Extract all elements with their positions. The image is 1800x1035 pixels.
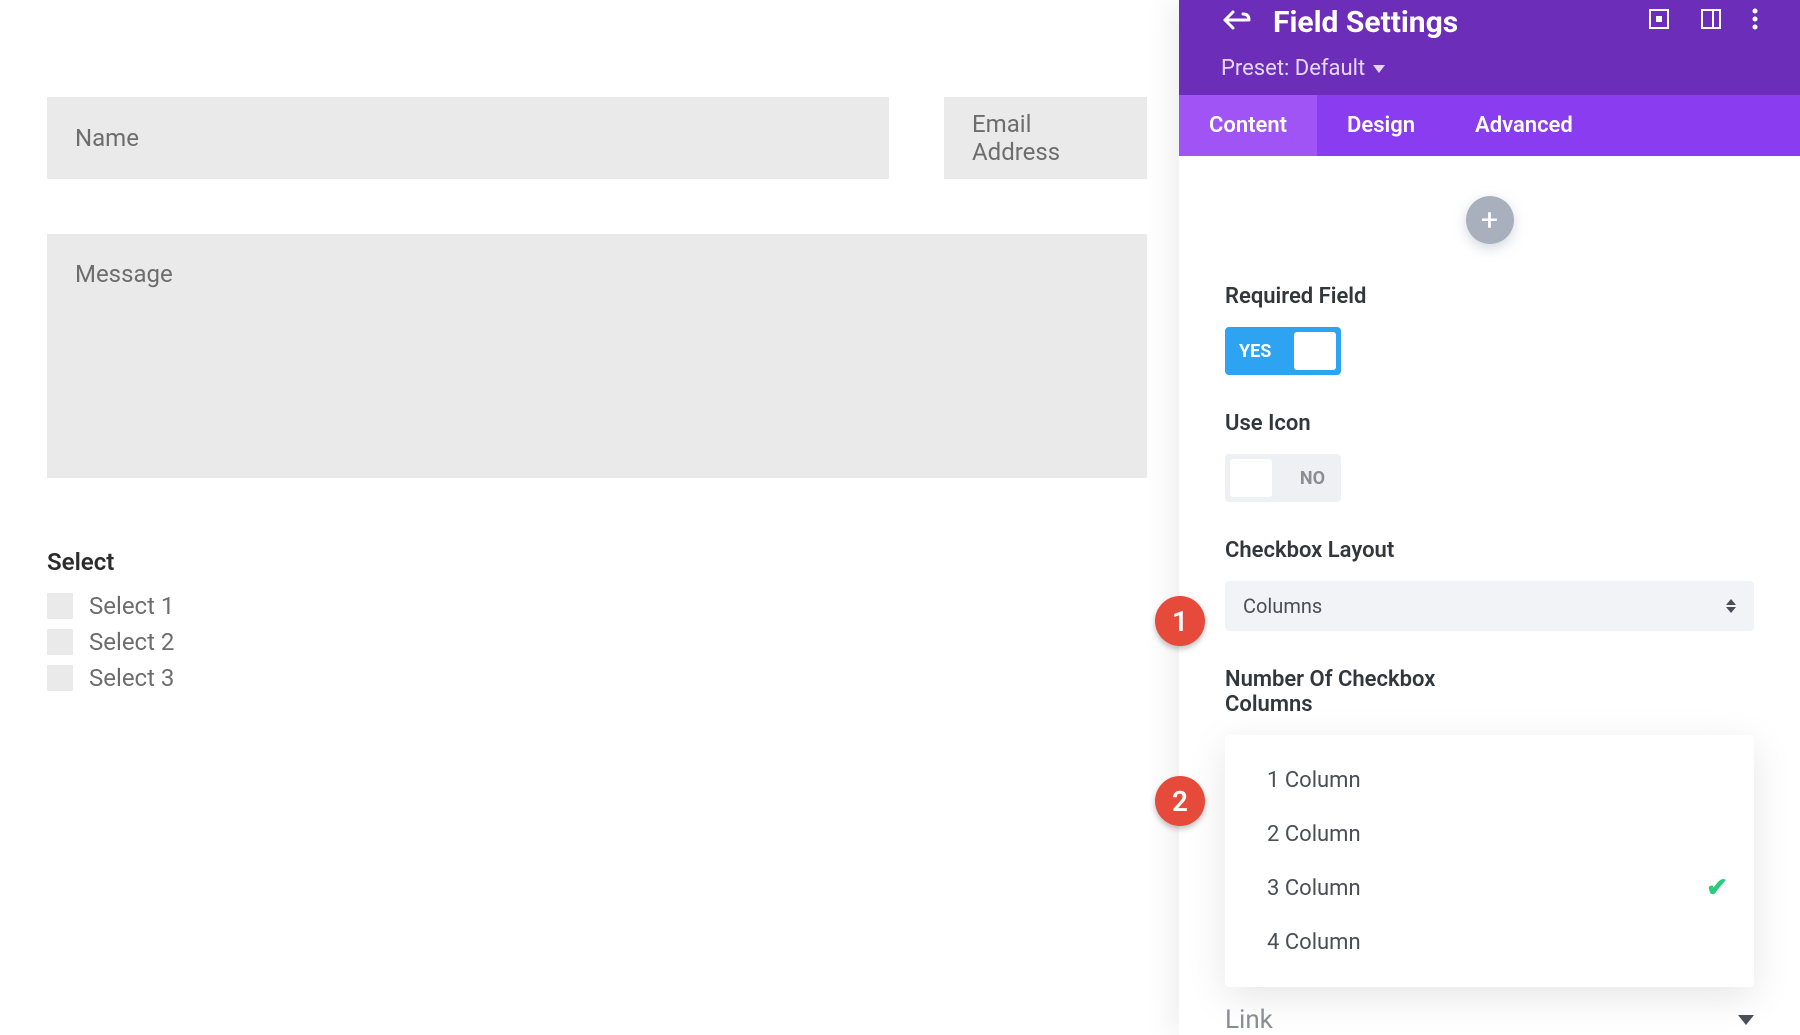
checkbox-row[interactable]: Select 2 — [47, 628, 1147, 656]
panel-body: + Required Field YES Use Icon NO Checkbo… — [1179, 156, 1800, 1035]
name-input[interactable]: Name — [47, 97, 889, 179]
required-field-toggle[interactable]: YES — [1225, 327, 1341, 375]
use-icon-toggle[interactable]: NO — [1225, 454, 1341, 502]
toggle-text: NO — [1300, 468, 1325, 489]
annotation-badge: 1 — [1155, 596, 1205, 646]
select-value: Columns — [1243, 594, 1322, 618]
more-icon[interactable] — [1752, 8, 1758, 36]
link-label: Link — [1225, 1005, 1273, 1035]
message-textarea[interactable]: Message — [47, 234, 1147, 478]
dropdown-item[interactable]: 2 Column — [1225, 807, 1754, 861]
chevron-down-icon — [1373, 65, 1385, 73]
email-placeholder: Email Address — [972, 110, 1119, 166]
expand-icon[interactable] — [1648, 8, 1670, 36]
message-placeholder: Message — [75, 260, 173, 288]
number-columns-dropdown: 1 Column 2 Column 3 Column ✔ 4 Column — [1225, 735, 1754, 987]
annotation-badge: 2 — [1155, 776, 1205, 826]
email-input[interactable]: Email Address — [944, 97, 1147, 179]
name-placeholder: Name — [75, 124, 139, 152]
snap-icon[interactable] — [1700, 8, 1722, 36]
checkbox-icon[interactable] — [47, 665, 73, 691]
checkbox-row[interactable]: Select 1 — [47, 592, 1147, 620]
settings-panel: Field Settings Preset: Default Content D… — [1179, 0, 1800, 1035]
checkbox-label: Select 1 — [89, 592, 174, 620]
dropdown-item[interactable]: 4 Column — [1225, 915, 1754, 969]
back-icon[interactable] — [1221, 5, 1251, 40]
preset-label: Preset: Default — [1221, 56, 1365, 81]
toggle-text: YES — [1239, 341, 1271, 362]
required-field-label: Required Field — [1225, 284, 1754, 309]
form-preview: Name Email Address Message Select Select… — [47, 97, 1147, 700]
select-heading: Select — [47, 548, 1147, 576]
tab-advanced[interactable]: Advanced — [1445, 95, 1603, 156]
dropdown-item[interactable]: 3 Column ✔ — [1225, 861, 1754, 915]
panel-title: Field Settings — [1273, 5, 1648, 40]
link-section-toggle[interactable]: Link — [1225, 997, 1754, 1035]
dropdown-item-label: 3 Column — [1267, 876, 1361, 901]
use-icon-label: Use Icon — [1225, 411, 1754, 436]
tab-design[interactable]: Design — [1317, 95, 1445, 156]
checkbox-label: Select 3 — [89, 664, 174, 692]
chevron-down-icon — [1738, 1015, 1754, 1025]
tabs: Content Design Advanced — [1179, 95, 1800, 156]
number-columns-label: Number Of Checkbox Columns — [1225, 667, 1485, 717]
checkbox-label: Select 2 — [89, 628, 174, 656]
check-icon: ✔ — [1706, 873, 1728, 903]
select-arrows-icon — [1726, 599, 1736, 613]
dropdown-item-label: 4 Column — [1267, 930, 1361, 955]
preset-selector[interactable]: Preset: Default — [1221, 56, 1758, 81]
checkbox-icon[interactable] — [47, 593, 73, 619]
dropdown-item-label: 1 Column — [1267, 768, 1361, 793]
checkbox-layout-label: Checkbox Layout — [1225, 538, 1754, 563]
add-button[interactable]: + — [1466, 196, 1514, 244]
checkbox-layout-select[interactable]: Columns — [1225, 581, 1754, 631]
panel-header: Field Settings Preset: Default — [1179, 0, 1800, 95]
dropdown-item[interactable]: 1 Column — [1225, 753, 1754, 807]
checkbox-row[interactable]: Select 3 — [47, 664, 1147, 692]
checkbox-icon[interactable] — [47, 629, 73, 655]
tab-content[interactable]: Content — [1179, 95, 1317, 156]
dropdown-item-label: 2 Column — [1267, 822, 1361, 847]
